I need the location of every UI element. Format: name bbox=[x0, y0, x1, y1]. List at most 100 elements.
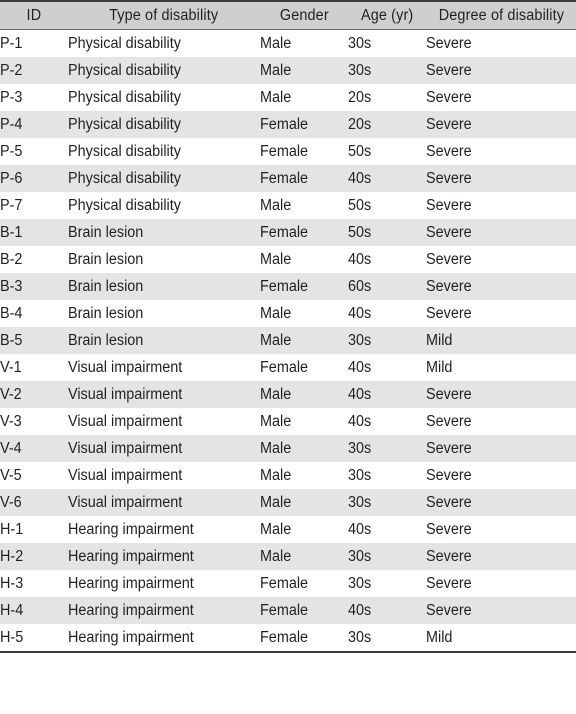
cell-id-text: H-4 bbox=[0, 602, 24, 619]
cell-degree: Severe bbox=[426, 408, 576, 435]
cell-type: Physical disability bbox=[68, 84, 260, 111]
cell-degree-text: Severe bbox=[426, 548, 472, 565]
cell-age-text: 60s bbox=[348, 278, 372, 295]
cell-age-text: 30s bbox=[348, 629, 372, 646]
cell-gender: Female bbox=[260, 138, 348, 165]
cell-gender: Male bbox=[260, 462, 348, 489]
cell-id-text: B-3 bbox=[0, 278, 23, 295]
cell-type-text: Visual impairment bbox=[68, 359, 183, 376]
cell-type-text: Physical disability bbox=[68, 116, 181, 133]
cell-degree: Severe bbox=[426, 192, 576, 219]
cell-id-text: B-5 bbox=[0, 332, 23, 349]
cell-age: 40s bbox=[348, 381, 426, 408]
cell-degree: Severe bbox=[426, 462, 576, 489]
cell-age-text: 30s bbox=[348, 62, 372, 79]
cell-id-text: P-3 bbox=[0, 89, 23, 106]
cell-type-text: Hearing impairment bbox=[68, 629, 194, 646]
cell-gender: Male bbox=[260, 192, 348, 219]
cell-age-text: 40s bbox=[348, 170, 372, 187]
column-header-age-label: Age (yr) bbox=[360, 7, 414, 24]
cell-id: B-4 bbox=[0, 300, 68, 327]
cell-type-text: Brain lesion bbox=[68, 332, 144, 349]
cell-gender: Female bbox=[260, 165, 348, 192]
cell-degree: Severe bbox=[426, 84, 576, 111]
cell-id: P-1 bbox=[0, 30, 68, 58]
cell-gender: Male bbox=[260, 489, 348, 516]
cell-degree-text: Severe bbox=[426, 278, 472, 295]
table-row: P-5 Physical disability Female 50s Severe bbox=[0, 138, 576, 165]
cell-age: 30s bbox=[348, 327, 426, 354]
cell-id: P-6 bbox=[0, 165, 68, 192]
table-row: P-7 Physical disability Male 50s Severe bbox=[0, 192, 576, 219]
cell-age-text: 40s bbox=[348, 521, 372, 538]
cell-age-text: 30s bbox=[348, 467, 372, 484]
column-header-gender-label: Gender bbox=[279, 7, 329, 24]
cell-age: 30s bbox=[348, 624, 426, 653]
table-row: H-4 Hearing impairment Female 40s Severe bbox=[0, 597, 576, 624]
cell-age-text: 40s bbox=[348, 386, 372, 403]
cell-type: Physical disability bbox=[68, 57, 260, 84]
cell-age: 40s bbox=[348, 408, 426, 435]
cell-age-text: 30s bbox=[348, 575, 372, 592]
table-body: P-1 Physical disability Male 30s Severe P-2 Ph… bbox=[0, 29, 576, 653]
cell-id-text: V-2 bbox=[0, 386, 22, 403]
cell-gender-text: Female bbox=[260, 116, 309, 133]
table-row: V-6 Visual impairment Male 30s Severe bbox=[0, 489, 576, 516]
cell-id-text: V-1 bbox=[0, 359, 22, 376]
cell-id: B-1 bbox=[0, 219, 68, 246]
table-row: P-2 Physical disability Male 30s Severe bbox=[0, 57, 576, 84]
cell-age-text: 40s bbox=[348, 413, 372, 430]
table-row: B-1 Brain lesion Female 50s Severe bbox=[0, 219, 576, 246]
table-header: ID Type of disability Gender Age (yr) De… bbox=[0, 0, 576, 30]
cell-age: 40s bbox=[348, 165, 426, 192]
cell-type-text: Hearing impairment bbox=[68, 521, 194, 538]
table-row: B-2 Brain lesion Male 40s Severe bbox=[0, 246, 576, 273]
cell-id-text: P-5 bbox=[0, 143, 23, 160]
cell-age-text: 40s bbox=[348, 251, 372, 268]
cell-type-text: Brain lesion bbox=[68, 224, 144, 241]
cell-id-text: H-1 bbox=[0, 521, 24, 538]
cell-degree-text: Severe bbox=[426, 35, 472, 52]
cell-id: B-3 bbox=[0, 273, 68, 300]
cell-gender-text: Male bbox=[260, 332, 292, 349]
cell-type: Hearing impairment bbox=[68, 570, 260, 597]
cell-gender: Female bbox=[260, 354, 348, 381]
cell-degree-text: Severe bbox=[426, 467, 472, 484]
cell-degree: Severe bbox=[426, 435, 576, 462]
cell-age: 50s bbox=[348, 219, 426, 246]
cell-gender: Male bbox=[260, 300, 348, 327]
table-row: V-5 Visual impairment Male 30s Severe bbox=[0, 462, 576, 489]
cell-gender-text: Male bbox=[260, 35, 292, 52]
cell-degree-text: Severe bbox=[426, 197, 472, 214]
cell-type-text: Physical disability bbox=[68, 62, 181, 79]
cell-gender: Male bbox=[260, 84, 348, 111]
cell-age: 40s bbox=[348, 354, 426, 381]
cell-age: 50s bbox=[348, 192, 426, 219]
cell-id-text: V-4 bbox=[0, 440, 22, 457]
cell-degree: Severe bbox=[426, 300, 576, 327]
cell-degree: Severe bbox=[426, 246, 576, 273]
cell-id-text: B-2 bbox=[0, 251, 23, 268]
cell-type-text: Visual impairment bbox=[68, 494, 183, 511]
cell-gender-text: Female bbox=[260, 170, 309, 187]
cell-id: P-4 bbox=[0, 111, 68, 138]
cell-gender: Female bbox=[260, 273, 348, 300]
cell-age-text: 30s bbox=[348, 35, 372, 52]
cell-degree: Severe bbox=[426, 570, 576, 597]
column-header-type-label: Type of disability bbox=[109, 7, 219, 24]
cell-degree-text: Mild bbox=[426, 359, 453, 376]
cell-type-text: Hearing impairment bbox=[68, 575, 194, 592]
cell-id: H-2 bbox=[0, 543, 68, 570]
cell-age-text: 50s bbox=[348, 197, 372, 214]
cell-age-text: 40s bbox=[348, 305, 372, 322]
cell-age-text: 20s bbox=[348, 116, 372, 133]
cell-type: Visual impairment bbox=[68, 354, 260, 381]
cell-type: Brain lesion bbox=[68, 273, 260, 300]
cell-id: B-2 bbox=[0, 246, 68, 273]
table-row: V-3 Visual impairment Male 40s Severe bbox=[0, 408, 576, 435]
cell-id: H-5 bbox=[0, 624, 68, 653]
cell-id-text: V-5 bbox=[0, 467, 22, 484]
table-row: V-2 Visual impairment Male 40s Severe bbox=[0, 381, 576, 408]
cell-type-text: Visual impairment bbox=[68, 440, 183, 457]
cell-gender-text: Female bbox=[260, 602, 309, 619]
